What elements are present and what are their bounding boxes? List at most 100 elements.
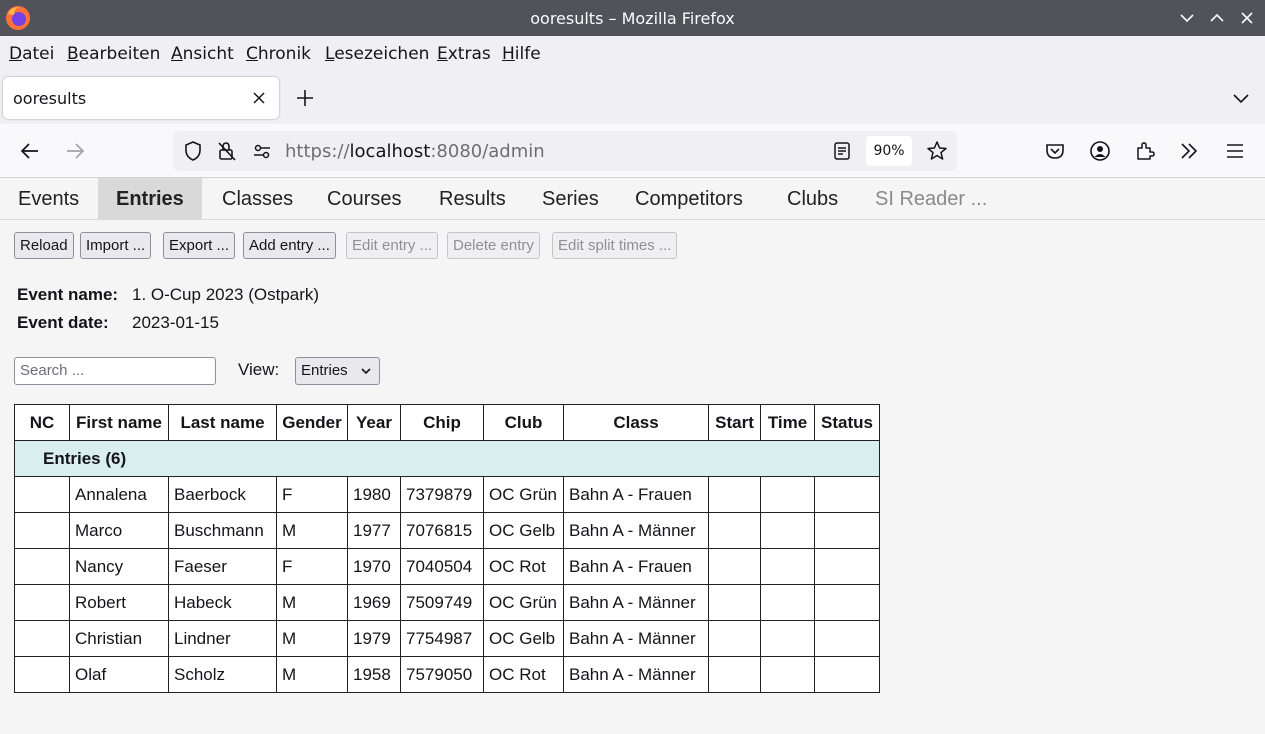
col-header[interactable]: Last name [168, 404, 277, 441]
table-cell [760, 512, 815, 549]
col-header[interactable]: Year [347, 404, 401, 441]
table-cell: Buschmann [168, 512, 277, 549]
menu-chronik[interactable]: Chronik [246, 44, 311, 64]
url-path: :8080/admin [430, 141, 545, 162]
minimize-icon[interactable] [1177, 8, 1197, 28]
table-cell: Bahn A - Männer [563, 656, 709, 693]
tab-competitors[interactable]: Competitors [617, 178, 761, 220]
menu-extras[interactable]: Extras [437, 44, 491, 64]
new-tab-icon[interactable] [295, 88, 315, 108]
pocket-icon[interactable] [1043, 139, 1067, 163]
insecure-lock-icon[interactable] [215, 139, 239, 163]
event-date-label: Event date: [17, 313, 109, 332]
table-cell [14, 584, 70, 621]
back-icon[interactable] [18, 139, 42, 163]
tab-series[interactable]: Series [524, 178, 617, 220]
col-header[interactable]: Club [483, 404, 564, 441]
table-cell: 1980 [347, 476, 401, 513]
url-text[interactable]: https://localhost:8080/admin [285, 141, 545, 162]
menu-ansicht[interactable]: Ansicht [171, 44, 234, 64]
search-input[interactable]: Search ... [14, 357, 216, 385]
table-cell [760, 476, 815, 513]
table-cell: 1958 [347, 656, 401, 693]
maximize-icon[interactable] [1207, 8, 1227, 28]
col-header[interactable]: Class [563, 404, 709, 441]
col-header[interactable]: NC [14, 404, 70, 441]
table-cell [760, 584, 815, 621]
col-header[interactable]: First name [69, 404, 169, 441]
tab-courses[interactable]: Courses [309, 178, 419, 220]
table-cell [708, 512, 761, 549]
table-row[interactable]: Olaf Scholz M 1958 7579050 OC Rot Bahn A - Män… [14, 656, 880, 693]
table-cell: Bahn A - Männer [563, 512, 709, 549]
menu-bearbeiten[interactable]: Bearbeiten [67, 44, 160, 64]
table-cell: Nancy [69, 548, 169, 585]
window-title: ooresults – Mozilla Firefox [530, 9, 735, 28]
col-header[interactable]: Status [814, 404, 880, 441]
tab-classes[interactable]: Classes [204, 178, 311, 220]
col-header[interactable]: Chip [400, 404, 484, 441]
extensions-icon[interactable] [1133, 139, 1157, 163]
tracking-protection-shield-icon[interactable] [181, 139, 205, 163]
table-cell: 7754987 [400, 620, 484, 657]
table-row[interactable]: Nancy Faeser F 1970 7040504 OC Rot Bahn A - Fr… [14, 548, 880, 585]
url-host: localhost [349, 141, 431, 162]
col-header[interactable]: Start [708, 404, 761, 441]
entries-table: NC First name Last name Gender Year Chip… [14, 404, 880, 693]
table-cell: 1979 [347, 620, 401, 657]
table-row[interactable]: Christian Lindner M 1979 7754987 OC Gelb Bahn … [14, 620, 880, 657]
export-button[interactable]: Export ... [163, 232, 236, 259]
zoom-level-button[interactable]: 90% [866, 136, 912, 166]
table-cell: Annalena [69, 476, 169, 513]
group-row[interactable]: Entries (6) [14, 440, 880, 477]
event-date-value: 2023-01-15 [132, 313, 219, 332]
view-select[interactable]: Entries [295, 357, 380, 385]
table-cell: Olaf [69, 656, 169, 693]
app-tabs: Events Entries Classes Courses Results S… [0, 178, 1265, 220]
chevron-down-icon [361, 368, 371, 375]
table-cell [814, 512, 880, 549]
hamburger-menu-icon[interactable] [1223, 139, 1247, 163]
table-cell: M [276, 620, 348, 657]
table-cell: F [276, 548, 348, 585]
table-cell: Bahn A - Frauen [563, 548, 709, 585]
add-entry-button[interactable]: Add entry ... [243, 232, 336, 259]
table-cell: 7579050 [400, 656, 484, 693]
tab-clubs[interactable]: Clubs [769, 178, 856, 220]
bookmark-star-icon[interactable] [925, 139, 949, 163]
table-cell [814, 584, 880, 621]
tab-entries[interactable]: Entries [98, 178, 202, 220]
col-header[interactable]: Gender [276, 404, 348, 441]
table-row[interactable]: Annalena Baerbock F 1980 7379879 OC Grün Bahn … [14, 476, 880, 513]
menu-lesezeichen[interactable]: Lesezeichen [325, 44, 429, 64]
page-permissions-icon[interactable] [250, 139, 274, 163]
tab-events[interactable]: Events [0, 178, 97, 220]
close-window-icon[interactable] [1237, 8, 1257, 28]
account-icon[interactable] [1088, 139, 1112, 163]
close-tab-icon[interactable] [251, 90, 267, 106]
window-titlebar: ooresults – Mozilla Firefox [0, 0, 1265, 36]
reload-button[interactable]: Reload [14, 232, 74, 259]
table-cell: OC Gelb [483, 512, 564, 549]
browser-tab[interactable]: ooresults [3, 77, 279, 119]
menu-datei[interactable]: Datei [9, 44, 54, 64]
list-all-tabs-icon[interactable] [1231, 88, 1251, 108]
menu-hilfe[interactable]: Hilfe [502, 44, 541, 64]
col-header[interactable]: Time [760, 404, 815, 441]
event-name-label: Event name: [17, 285, 119, 304]
url-bar[interactable]: https://localhost:8080/admin 90% [173, 131, 957, 171]
table-cell: Robert [69, 584, 169, 621]
table-cell [708, 656, 761, 693]
table-row[interactable]: Robert Habeck M 1969 7509749 OC Grün Bahn A - … [14, 584, 880, 621]
url-scheme: https:// [285, 141, 350, 162]
overflow-chevron-icon[interactable] [1177, 139, 1201, 163]
table-cell [14, 548, 70, 585]
table-cell [14, 476, 70, 513]
table-cell: OC Grün [483, 476, 564, 513]
table-cell [14, 620, 70, 657]
reader-view-icon[interactable] [830, 139, 854, 163]
import-button[interactable]: Import ... [80, 232, 152, 259]
table-row[interactable]: Marco Buschmann M 1977 7076815 OC Gelb Bahn A … [14, 512, 880, 549]
table-cell [760, 656, 815, 693]
tab-results[interactable]: Results [421, 178, 524, 220]
